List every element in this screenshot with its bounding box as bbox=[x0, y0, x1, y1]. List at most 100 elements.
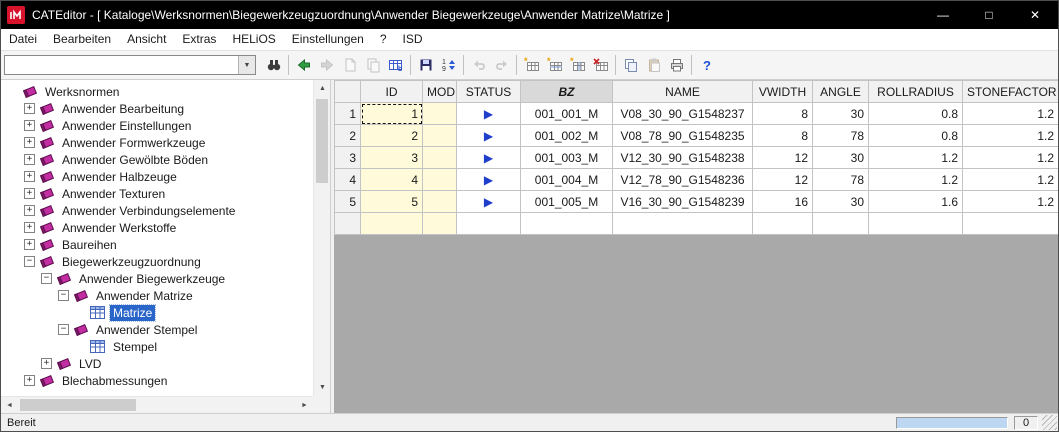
row-header[interactable]: 2 bbox=[335, 125, 361, 147]
empty-cell[interactable] bbox=[521, 213, 613, 235]
tree-item-anwender-einstellungen[interactable]: +Anwender Einstellungen bbox=[1, 117, 313, 134]
new-document-button[interactable] bbox=[338, 54, 361, 76]
tree-item-werksnormen[interactable]: Werksnormen bbox=[1, 83, 313, 100]
add-column-button[interactable]: * bbox=[566, 54, 589, 76]
tree-item-stempel[interactable]: Stempel bbox=[1, 338, 313, 355]
cell-stonefactor[interactable]: 1.2 bbox=[963, 103, 1059, 125]
cell-angle[interactable]: 30 bbox=[813, 147, 869, 169]
tree-item-label[interactable]: Anwender Gewölbte Böden bbox=[59, 152, 211, 168]
tree-item-biegewerkzeugzuordnung[interactable]: −Biegewerkzeugzuordnung bbox=[1, 253, 313, 270]
minimize-button[interactable]: — bbox=[920, 1, 966, 29]
tree-item-anwender-verbindungselemente[interactable]: +Anwender Verbindungselemente bbox=[1, 202, 313, 219]
cell-bz[interactable]: 001_001_M bbox=[521, 103, 613, 125]
cell-vwidth[interactable]: 12 bbox=[753, 169, 813, 191]
cell-id[interactable]: 5 bbox=[361, 191, 423, 213]
column-header-angle[interactable]: ANGLE bbox=[813, 81, 869, 103]
cell-status[interactable]: ▶ bbox=[457, 103, 521, 125]
collapse-icon[interactable]: − bbox=[41, 273, 52, 284]
hscroll-thumb[interactable] bbox=[20, 399, 136, 411]
empty-cell[interactable] bbox=[813, 213, 869, 235]
cell-id[interactable]: 3 bbox=[361, 147, 423, 169]
collapse-icon[interactable]: − bbox=[58, 324, 69, 335]
paste-rows-button[interactable] bbox=[642, 54, 665, 76]
expand-icon[interactable]: + bbox=[24, 188, 35, 199]
expand-icon[interactable]: + bbox=[41, 358, 52, 369]
cell-bz[interactable]: 001_002_M bbox=[521, 125, 613, 147]
cell-mod[interactable] bbox=[423, 147, 457, 169]
cell-vwidth[interactable]: 8 bbox=[753, 125, 813, 147]
cell-vwidth[interactable]: 12 bbox=[753, 147, 813, 169]
menu-item-bearbeiten[interactable]: Bearbeiten bbox=[45, 29, 119, 50]
tree-item-label[interactable]: Matrize bbox=[110, 305, 155, 321]
cell-stonefactor[interactable]: 1.2 bbox=[963, 191, 1059, 213]
cell-mod[interactable] bbox=[423, 169, 457, 191]
cell-name[interactable]: V12_78_90_G1548236 bbox=[613, 169, 753, 191]
cell-bz[interactable]: 001_005_M bbox=[521, 191, 613, 213]
tree-horizontal-scrollbar[interactable]: ◄ ► bbox=[1, 396, 313, 413]
expand-icon[interactable]: + bbox=[24, 154, 35, 165]
tree-item-label[interactable]: Werksnormen bbox=[42, 84, 122, 100]
copy-rows-button[interactable] bbox=[619, 54, 642, 76]
menu-item-isd[interactable]: ISD bbox=[395, 29, 431, 50]
row-header[interactable]: 5 bbox=[335, 191, 361, 213]
cell-rollradius[interactable]: 1.2 bbox=[869, 147, 963, 169]
scroll-left-icon[interactable]: ◄ bbox=[1, 397, 18, 413]
tree-item-anwender-formwerkzeuge[interactable]: + Anwender Formwerkzeuge bbox=[1, 134, 313, 151]
cell-id[interactable]: 2 bbox=[361, 125, 423, 147]
menu-item-ansicht[interactable]: Ansicht bbox=[119, 29, 174, 50]
tree-item-label[interactable]: Anwender Werkstoffe bbox=[59, 220, 179, 236]
tree-item-label[interactable]: Anwender Stempel bbox=[93, 322, 200, 338]
cell-stonefactor[interactable]: 1.2 bbox=[963, 147, 1059, 169]
cell-rollradius[interactable]: 1.6 bbox=[869, 191, 963, 213]
copy-document-button[interactable] bbox=[361, 54, 384, 76]
tree-item-label[interactable]: Anwender Verbindungselemente bbox=[59, 203, 238, 219]
expand-icon[interactable]: + bbox=[24, 137, 35, 148]
column-header-stonefactor[interactable]: STONEFACTOR bbox=[963, 81, 1059, 103]
edit-table-button[interactable]: b bbox=[384, 54, 407, 76]
empty-cell[interactable] bbox=[361, 213, 423, 235]
expand-icon[interactable]: + bbox=[24, 239, 35, 250]
empty-cell[interactable] bbox=[613, 213, 753, 235]
cell-angle[interactable]: 30 bbox=[813, 103, 869, 125]
cell-mod[interactable] bbox=[423, 191, 457, 213]
print-button[interactable] bbox=[665, 54, 688, 76]
cell-rollradius[interactable]: 0.8 bbox=[869, 125, 963, 147]
tree-item-anwender-halbzeuge[interactable]: +Anwender Halbzeuge bbox=[1, 168, 313, 185]
help-button[interactable]: ? bbox=[695, 54, 718, 76]
cell-mod[interactable] bbox=[423, 125, 457, 147]
cell-mod[interactable] bbox=[423, 103, 457, 125]
collapse-icon[interactable]: − bbox=[58, 290, 69, 301]
forward-button[interactable] bbox=[315, 54, 338, 76]
cell-status[interactable]: ▶ bbox=[457, 169, 521, 191]
tree-item-label[interactable]: Anwender Halbzeuge bbox=[59, 169, 180, 185]
tree-item-label[interactable]: Anwender Texturen bbox=[59, 186, 168, 202]
tree-item-anwender-werkstoffe[interactable]: + Anwender Werkstoffe bbox=[1, 219, 313, 236]
collapse-icon[interactable]: − bbox=[24, 256, 35, 267]
empty-cell[interactable] bbox=[423, 213, 457, 235]
tree-item-lvd[interactable]: +LVD bbox=[1, 355, 313, 372]
cell-status[interactable]: ▶ bbox=[457, 147, 521, 169]
search-combobox[interactable]: ▼ bbox=[4, 55, 256, 75]
tree-item-label[interactable]: Baureihen bbox=[59, 237, 120, 253]
cell-stonefactor[interactable]: 1.2 bbox=[963, 125, 1059, 147]
tree-item-label[interactable]: Anwender Formwerkzeuge bbox=[59, 135, 208, 151]
cell-vwidth[interactable]: 8 bbox=[753, 103, 813, 125]
resize-grip-icon[interactable] bbox=[1042, 415, 1057, 430]
menu-item-datei[interactable]: Datei bbox=[1, 29, 45, 50]
find-button[interactable] bbox=[262, 54, 285, 76]
menu-item-[interactable]: ? bbox=[372, 29, 395, 50]
undo-button[interactable] bbox=[467, 54, 490, 76]
add-row-button[interactable]: * bbox=[543, 54, 566, 76]
column-header-bz[interactable]: BZ bbox=[521, 81, 613, 103]
cell-status[interactable]: ▶ bbox=[457, 191, 521, 213]
cell-id[interactable]: 1 bbox=[361, 103, 423, 125]
tree-item-anwender-biegewerkzeuge[interactable]: −Anwender Biegewerkzeuge bbox=[1, 270, 313, 287]
vscroll-thumb[interactable] bbox=[316, 99, 328, 183]
column-header-status[interactable]: STATUS bbox=[457, 81, 521, 103]
column-header-id[interactable]: ID bbox=[361, 81, 423, 103]
expand-icon[interactable]: + bbox=[24, 375, 35, 386]
cell-name[interactable]: V16_30_90_G1548239 bbox=[613, 191, 753, 213]
expand-icon[interactable]: + bbox=[24, 222, 35, 233]
cell-name[interactable]: V08_30_90_G1548237 bbox=[613, 103, 753, 125]
empty-cell[interactable] bbox=[869, 213, 963, 235]
